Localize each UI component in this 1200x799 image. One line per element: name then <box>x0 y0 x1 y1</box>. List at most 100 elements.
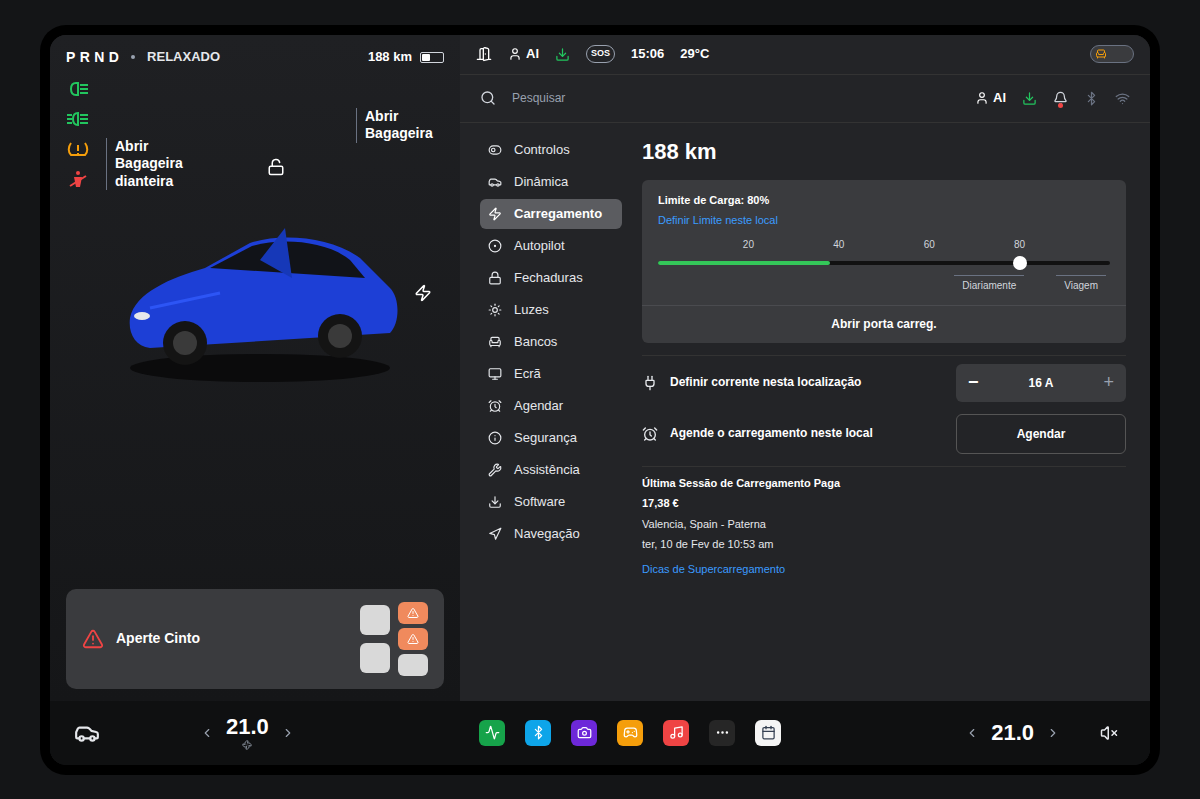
slider-tick: 40 <box>833 237 844 252</box>
gear: N <box>94 47 104 68</box>
headlight-icon <box>66 80 90 98</box>
car-stage: Abrir Bagageira dianteira Abrir Bagageira <box>98 68 444 589</box>
menu-item[interactable]: Carregamento <box>480 199 622 229</box>
menu-item[interactable]: Fechaduras <box>480 263 622 293</box>
current-decrease-button[interactable]: − <box>968 369 979 396</box>
temp-down-icon[interactable] <box>200 726 214 740</box>
slider-zone: Diariamente <box>954 275 1024 293</box>
indicator-column <box>66 68 98 589</box>
volume-muted-icon[interactable] <box>1100 724 1118 742</box>
trunk-button[interactable]: Abrir Bagageira <box>356 108 436 143</box>
warning-icon <box>82 628 104 650</box>
charge-limit-label: Limite de Carga: 80% <box>658 192 1110 209</box>
dock-app[interactable] <box>663 720 689 746</box>
temp-up-icon[interactable] <box>281 726 295 740</box>
lock-button[interactable] <box>267 138 285 176</box>
gear: P <box>66 47 76 68</box>
steering-icon <box>488 239 502 253</box>
unlock-icon[interactable] <box>267 158 285 176</box>
user-icon <box>975 91 989 105</box>
last-session: Última Sessão de Carregamento Paga17,38 … <box>642 466 1126 578</box>
menu-item[interactable]: Controlos <box>480 135 622 165</box>
current-value: 16 A <box>1029 374 1054 392</box>
wifi-icon[interactable] <box>1115 91 1130 106</box>
wrench-icon <box>488 463 502 477</box>
status-profile[interactable]: Al <box>508 44 539 64</box>
dock-app[interactable] <box>709 720 735 746</box>
volume-button[interactable] <box>1100 724 1118 742</box>
passenger-climate: 21.0 <box>965 722 1060 744</box>
charging-content: 188 kmLimite de Carga: 80%Definir Limite… <box>630 123 1150 701</box>
sun-icon <box>488 303 502 317</box>
schedule-button[interactable]: Agendar <box>956 414 1126 454</box>
front-seats <box>360 605 390 673</box>
current-increase-button[interactable]: + <box>1103 369 1114 396</box>
settings-menu: ControlosDinâmicaCarregamentoAutopilotFe… <box>460 123 630 701</box>
temp-down-icon[interactable] <box>965 726 979 740</box>
dock-app[interactable] <box>571 720 597 746</box>
frunk-button[interactable]: Abrir Bagageira dianteira <box>106 138 196 191</box>
alarm-icon <box>488 399 502 413</box>
temp-up-icon[interactable] <box>1046 726 1060 740</box>
download-icon[interactable] <box>555 47 570 62</box>
supercharging-tips-link[interactable]: Dicas de Supercarregamento <box>642 561 1126 578</box>
seat <box>398 628 428 650</box>
main-area: PRNDRELAXADO188 kmAbrir Bagageira diante… <box>50 35 1150 701</box>
driver-temperature: 21.0 <box>226 716 269 738</box>
notifications[interactable] <box>1053 91 1068 106</box>
download-icon[interactable] <box>1022 91 1037 106</box>
search-profile[interactable]: Al <box>975 88 1006 108</box>
car-panel: PRNDRELAXADO188 kmAbrir Bagageira diante… <box>50 35 460 701</box>
charge-port-icon[interactable] <box>414 284 432 302</box>
menu-item[interactable]: Segurança <box>480 423 622 453</box>
car-icon[interactable] <box>74 720 100 746</box>
tire-icon <box>66 140 90 158</box>
schedule-label: Agende o carregamento neste local <box>670 426 944 441</box>
gear: R <box>80 47 90 68</box>
dock-app[interactable] <box>479 720 505 746</box>
car-model-row <box>98 198 444 388</box>
slider-zones: DiariamenteViagem <box>658 275 1110 293</box>
car-model-icon[interactable] <box>110 198 410 388</box>
menu-item[interactable]: Luzes <box>480 295 622 325</box>
charge-limit-slider[interactable] <box>658 255 1110 271</box>
separator-dot <box>131 55 135 59</box>
navigation-icon <box>488 527 502 541</box>
car-view: Abrir Bagageira dianteira Abrir Bagageira <box>66 68 444 589</box>
menu-item[interactable]: Autopilot <box>480 231 622 261</box>
info-icon <box>488 431 502 445</box>
passenger-temperature: 21.0 <box>991 722 1034 744</box>
slider-handle[interactable] <box>1013 256 1027 270</box>
door-icon <box>476 46 492 62</box>
screen-icon <box>488 367 502 381</box>
dock-app[interactable] <box>755 720 781 746</box>
search-icon <box>480 90 496 106</box>
airbag-icon <box>1095 48 1107 60</box>
search-field[interactable] <box>512 89 959 107</box>
fan-icon <box>242 740 252 750</box>
car-labels: Abrir Bagageira dianteira Abrir Bagageira <box>98 68 444 191</box>
open-port-button[interactable]: Abrir porta carreg. <box>642 305 1126 343</box>
menu-item[interactable]: Bancos <box>480 327 622 357</box>
charge-limit-body: Limite de Carga: 80% Definir Limite neste… <box>642 180 1126 305</box>
slider-tick: 60 <box>924 237 935 252</box>
driver-temp-block: 21.0 <box>226 716 269 750</box>
sos-badge[interactable]: SOS <box>586 45 615 63</box>
dock-app[interactable] <box>525 720 551 746</box>
current-stepper: − 16 A + <box>956 364 1126 402</box>
set-limit-link[interactable]: Definir Limite neste local <box>658 212 1110 229</box>
menu-item[interactable]: Agendar <box>480 391 622 421</box>
menu-item[interactable]: Ecrã <box>480 359 622 389</box>
seat <box>398 654 428 676</box>
lightning-icon <box>488 207 502 221</box>
status-bar: AlSOS15:0629°C <box>460 35 1150 75</box>
menu-item[interactable]: Dinâmica <box>480 167 622 197</box>
bluetooth-icon[interactable] <box>1084 91 1099 106</box>
menu-item[interactable]: Navegação <box>480 519 622 549</box>
download-icon <box>488 495 502 509</box>
music-icon <box>669 725 684 740</box>
dock-app[interactable] <box>617 720 643 746</box>
menu-item[interactable]: Software <box>480 487 622 517</box>
menu-item[interactable]: Assistência <box>480 455 622 485</box>
page: PRNDRELAXADO188 kmAbrir Bagageira diante… <box>0 0 1200 799</box>
